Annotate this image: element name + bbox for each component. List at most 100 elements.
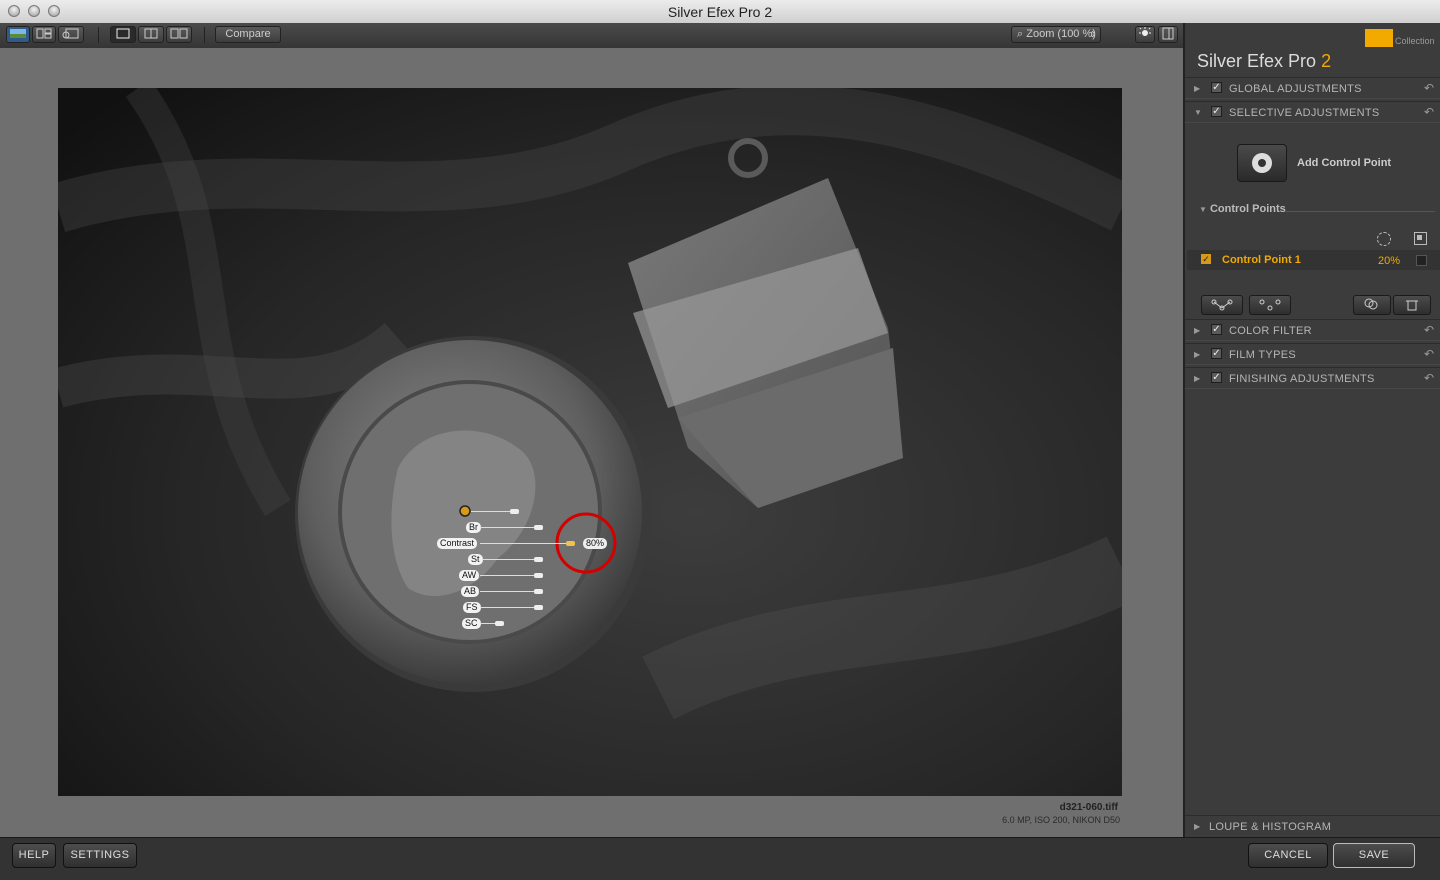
help-button[interactable]: HELP	[12, 843, 56, 868]
split-view-icon[interactable]	[138, 26, 164, 43]
brand-name: Silver Efex Pro	[1197, 51, 1317, 71]
fine-structure-slider-knob[interactable]	[534, 605, 543, 610]
brand-title: Silver Efex Pro 2	[1197, 51, 1331, 72]
section-finishing-adjustments[interactable]: ▶ ✓ FINISHING ADJUSTMENTS ↶	[1185, 367, 1440, 389]
section-selective-adjustments[interactable]: ▼ ✓ SELECTIVE ADJUSTMENTS ↶	[1185, 101, 1440, 123]
zoom-label: Zoom (100 %)	[1026, 28, 1096, 40]
selective-color-slider-knob[interactable]	[495, 621, 504, 626]
control-point-checkbox[interactable]: ✓	[1201, 254, 1211, 264]
brightness-slider-track	[480, 527, 540, 528]
file-name: d321-060.tiff	[1059, 802, 1118, 813]
expand-arrow-icon[interactable]: ▶	[1194, 822, 1200, 831]
expand-arrow-icon[interactable]: ▶	[1194, 84, 1200, 93]
reset-icon[interactable]: ↶	[1424, 323, 1434, 337]
reset-icon[interactable]: ↶	[1424, 81, 1434, 95]
contrast-tag[interactable]: Contrast	[437, 538, 478, 549]
contrast-slider-track	[480, 543, 572, 544]
section-label: FINISHING ADJUSTMENTS	[1229, 373, 1375, 385]
reset-icon[interactable]: ↶	[1424, 105, 1434, 119]
section-checkbox[interactable]: ✓	[1211, 324, 1222, 335]
control-point-icon	[1252, 153, 1272, 173]
size-readout: 80%	[583, 538, 608, 549]
section-checkbox[interactable]: ✓	[1211, 372, 1222, 383]
fine-structure-tag[interactable]: FS	[463, 602, 481, 613]
cancel-button[interactable]: CANCEL	[1248, 843, 1328, 868]
control-point-row[interactable]: ✓ Control Point 1 20%	[1187, 250, 1440, 270]
amplify-blacks-slider-track	[480, 591, 540, 592]
amplify-whites-slider-knob[interactable]	[534, 573, 543, 578]
file-meta: 6.0 MP, ISO 200, NIKON D50	[1002, 815, 1120, 825]
photo-content	[58, 88, 1122, 796]
ungroup-icon	[1259, 299, 1281, 311]
save-button[interactable]: SAVE	[1333, 843, 1415, 868]
expand-arrow-icon[interactable]: ▶	[1194, 350, 1200, 359]
collapse-arrow-icon[interactable]: ▼	[1194, 108, 1202, 117]
adjustments-panel: Collection Silver Efex Pro 2 ▶ ✓ GLOBAL …	[1183, 23, 1440, 837]
zoom-dropdown[interactable]: ⌕ Zoom (100 %) ⇕	[1011, 26, 1101, 43]
expand-arrow-icon[interactable]: ▶	[1194, 326, 1200, 335]
section-film-types[interactable]: ▶ ✓ FILM TYPES ↶	[1185, 343, 1440, 365]
section-checkbox[interactable]: ✓	[1211, 348, 1222, 359]
magnifier-icon: ⌕	[1017, 28, 1024, 40]
grid-view-icon[interactable]	[32, 26, 56, 43]
structure-tag[interactable]: St	[468, 554, 483, 565]
collection-label: Collection	[1395, 36, 1435, 46]
section-label: SELECTIVE ADJUSTMENTS	[1229, 107, 1380, 119]
section-color-filter[interactable]: ▶ ✓ COLOR FILTER ↶	[1185, 319, 1440, 341]
expand-arrow-icon[interactable]: ▶	[1194, 374, 1200, 383]
photo-preview[interactable]: Br Contrast St AW AB FS SC 80%	[58, 88, 1122, 796]
single-view-icon[interactable]	[110, 26, 136, 43]
amplify-whites-slider-track	[480, 575, 540, 576]
section-checkbox[interactable]: ✓	[1211, 82, 1222, 93]
structure-slider-knob[interactable]	[534, 557, 543, 562]
amplify-blacks-tag[interactable]: AB	[461, 586, 480, 597]
collapse-arrow-icon: ▼	[1199, 205, 1207, 214]
background-light-icon[interactable]	[1135, 26, 1155, 43]
toolbar-divider	[204, 27, 205, 43]
brightness-slider-knob[interactable]	[534, 525, 543, 530]
section-label: LOUPE & HISTOGRAM	[1209, 821, 1332, 833]
settings-button[interactable]: SETTINGS	[63, 843, 137, 868]
nik-logo	[1365, 29, 1393, 47]
selective-color-tag[interactable]: SC	[462, 618, 481, 629]
brightness-tag[interactable]: Br	[466, 522, 481, 533]
show-mask-icon[interactable]	[1414, 232, 1427, 245]
reset-icon[interactable]: ↶	[1424, 347, 1434, 361]
compare-button[interactable]: Compare	[215, 26, 281, 43]
history-view-icon[interactable]	[58, 26, 84, 43]
control-points-header[interactable]: ▼ Control Points	[1199, 203, 1286, 215]
duplicate-icon	[1364, 298, 1378, 310]
size-slider-knob[interactable]	[510, 509, 519, 514]
amplify-blacks-slider-knob[interactable]	[534, 589, 543, 594]
section-label: FILM TYPES	[1229, 349, 1296, 361]
mask-toggle[interactable]	[1416, 255, 1427, 266]
control-point-name: Control Point 1	[1222, 254, 1301, 266]
amplify-whites-tag[interactable]: AW	[459, 570, 480, 581]
toggle-panel-icon[interactable]	[1158, 26, 1178, 43]
contrast-slider-knob[interactable]	[566, 541, 575, 546]
group-icon	[1211, 299, 1233, 311]
section-checkbox[interactable]: ✓	[1211, 106, 1222, 117]
section-loupe-histogram[interactable]: ▶ LOUPE & HISTOGRAM	[1185, 815, 1440, 837]
brand-version: 2	[1321, 51, 1332, 71]
fine-structure-slider-track	[480, 607, 540, 608]
section-label: GLOBAL ADJUSTMENTS	[1229, 83, 1362, 95]
trash-icon	[1406, 300, 1418, 311]
control-point-value: 20%	[1378, 255, 1401, 267]
structure-slider-track	[482, 559, 540, 560]
browser-view-icon[interactable]	[6, 26, 30, 43]
section-label: COLOR FILTER	[1229, 325, 1312, 337]
section-global-adjustments[interactable]: ▶ ✓ GLOBAL ADJUSTMENTS ↶	[1185, 77, 1440, 99]
delete-point-button[interactable]	[1393, 295, 1431, 315]
group-points-button[interactable]	[1201, 295, 1243, 315]
ungroup-points-button[interactable]	[1249, 295, 1291, 315]
duplicate-point-button[interactable]	[1353, 295, 1391, 315]
control-points-header-label: Control Points	[1209, 203, 1286, 215]
side-by-side-view-icon[interactable]	[166, 26, 192, 43]
toolbar-divider	[98, 27, 99, 43]
reset-icon[interactable]: ↶	[1424, 371, 1434, 385]
add-control-point-label: Add Control Point	[1297, 157, 1392, 169]
divider	[1285, 211, 1435, 212]
add-control-point-button[interactable]	[1237, 144, 1287, 182]
show-selection-icon[interactable]	[1377, 232, 1391, 246]
